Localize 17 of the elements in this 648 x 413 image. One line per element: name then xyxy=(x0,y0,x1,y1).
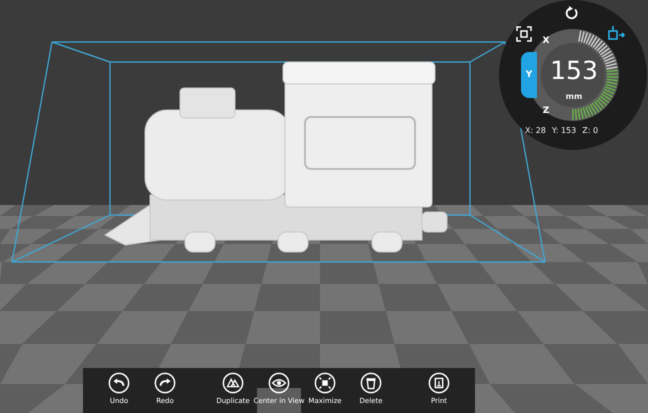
trash-icon xyxy=(360,372,382,394)
dimension-value: 153 xyxy=(549,56,599,86)
fit-to-frame-icon[interactable] xyxy=(516,26,532,42)
axis-reading: X: 28 xyxy=(525,126,546,135)
axis-reading: Y: 153 xyxy=(552,126,576,135)
triangles-icon xyxy=(222,372,244,394)
axis-selector[interactable]: X xyxy=(539,34,553,48)
axis-reading: Z: 0 xyxy=(582,126,598,135)
move-object-icon[interactable] xyxy=(607,25,625,41)
maximize-icon xyxy=(314,372,336,394)
eye-icon xyxy=(268,372,290,394)
rotate-icon[interactable] xyxy=(565,6,579,20)
print-icon xyxy=(428,372,450,394)
undo-icon xyxy=(108,372,130,394)
axis-selector[interactable]: Z xyxy=(539,104,553,118)
unit-selector[interactable]: mm xyxy=(561,92,587,101)
redo-icon xyxy=(154,372,176,394)
